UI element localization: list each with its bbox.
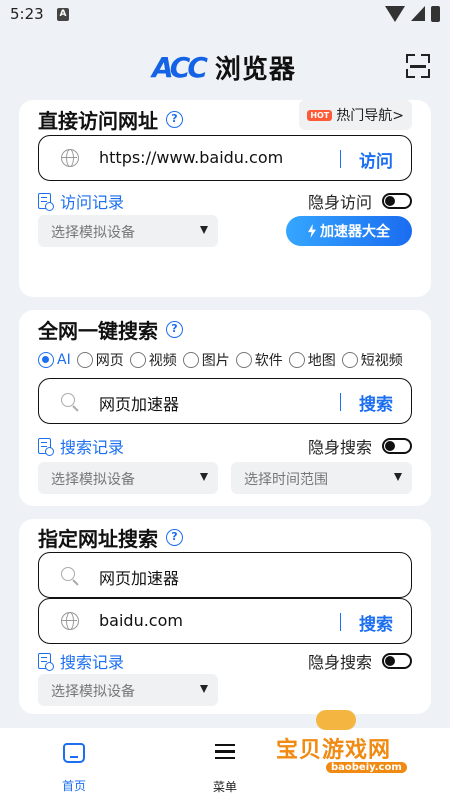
radio-short-video[interactable]: 短视频 — [341, 350, 403, 370]
site-url-input[interactable]: baidu.com — [99, 611, 183, 630]
radio-video[interactable]: 视频 — [129, 350, 177, 370]
home-icon — [63, 743, 85, 763]
nav-menu-label: 菜单 — [212, 780, 237, 794]
bottom-nav: 首页 菜单 — [0, 728, 450, 800]
site-search-card: 指定网址搜索 ? 网页加速器 baidu.com 搜索 搜索记录 隐身搜索 选择… — [19, 519, 431, 714]
web-search-input[interactable]: 网页加速器 — [99, 391, 179, 415]
status-bar: 5:23 A — [0, 0, 450, 30]
globe-icon — [61, 612, 79, 630]
scan-icon[interactable] — [404, 52, 432, 80]
incognito-site-search-toggle[interactable] — [382, 653, 412, 669]
dropdown-arrow-icon — [200, 473, 208, 481]
radio-software[interactable]: 软件 — [235, 350, 283, 370]
app-header: ACC 浏览器 — [0, 30, 450, 100]
app-logo: ACC 浏览器 — [152, 50, 296, 85]
visit-button[interactable]: 访问 — [359, 147, 393, 172]
url-input[interactable]: https://www.baidu.com — [99, 148, 283, 167]
web-search-title: 全网一键搜索 ? — [38, 315, 183, 344]
status-time: 5:23 — [10, 5, 44, 23]
accelerator-list-button[interactable]: 加速器大全 — [286, 216, 412, 246]
help-icon[interactable]: ? — [166, 111, 183, 128]
visit-history-link[interactable]: 访问记录 — [38, 189, 124, 213]
direct-visit-card: 直接访问网址 ? HOT 热门导航> https://www.baidu.com… — [19, 100, 431, 297]
incognito-search-toggle[interactable] — [382, 438, 412, 454]
site-search-history-link[interactable]: 搜索记录 — [38, 649, 124, 673]
dropdown-arrow-icon — [200, 685, 208, 693]
nav-home-label: 首页 — [61, 779, 86, 793]
nav-menu[interactable]: 菜单 — [195, 740, 255, 795]
incognito-search: 隐身搜索 — [308, 434, 412, 458]
history-icon — [38, 438, 54, 456]
search-icon — [61, 393, 75, 407]
site-url-field[interactable]: baidu.com 搜索 — [38, 598, 412, 644]
radio-image[interactable]: 图片 — [182, 350, 230, 370]
hot-nav-label: 热门导航> — [336, 108, 404, 124]
search-type-radios: AI 网页 视频 图片 软件 地图 短视频 — [38, 350, 418, 370]
radio-webpage[interactable]: 网页 — [76, 350, 124, 370]
dropdown-arrow-icon — [394, 473, 402, 481]
web-search-button[interactable]: 搜索 — [359, 390, 393, 415]
search-history-link[interactable]: 搜索记录 — [38, 434, 124, 458]
incognito-visit: 隐身访问 — [308, 189, 412, 213]
history-icon — [38, 193, 54, 211]
search-icon — [61, 567, 75, 581]
site-search-button[interactable]: 搜索 — [359, 610, 393, 635]
battery-icon — [431, 6, 440, 22]
device-select[interactable]: 选择模拟设备 — [38, 462, 218, 494]
site-search-title: 指定网址搜索 ? — [38, 523, 183, 552]
nav-home[interactable]: 首页 — [44, 740, 104, 794]
device-select[interactable]: 选择模拟设备 — [38, 215, 218, 247]
hot-nav-button[interactable]: HOT 热门导航> — [299, 100, 412, 130]
web-search-field[interactable]: 网页加速器 搜索 — [38, 378, 412, 424]
url-field[interactable]: https://www.baidu.com 访问 — [38, 135, 412, 181]
help-icon[interactable]: ? — [166, 529, 183, 546]
radio-ai[interactable]: AI — [38, 350, 71, 370]
web-search-card: 全网一键搜索 ? AI 网页 视频 图片 软件 地图 短视频 网页加速器 搜索 … — [19, 310, 431, 506]
signal-icon — [411, 6, 425, 21]
site-query-input[interactable]: 网页加速器 — [99, 565, 179, 589]
hot-badge: HOT — [307, 109, 333, 121]
menu-icon — [213, 744, 237, 770]
history-icon — [38, 653, 54, 671]
sim-icon: A — [57, 8, 69, 21]
globe-icon — [61, 149, 79, 167]
incognito-site-search: 隐身搜索 — [308, 649, 412, 673]
direct-visit-title: 直接访问网址 ? — [38, 105, 183, 134]
dropdown-arrow-icon — [200, 226, 208, 234]
wifi-icon — [385, 6, 405, 22]
help-icon[interactable]: ? — [166, 321, 183, 338]
incognito-visit-toggle[interactable] — [382, 193, 412, 209]
device-select[interactable]: 选择模拟设备 — [38, 674, 218, 706]
site-query-field[interactable]: 网页加速器 — [38, 552, 412, 598]
logo-mark: ACC — [152, 50, 208, 84]
bolt-icon — [308, 224, 316, 238]
app-title: 浏览器 — [214, 54, 296, 85]
radio-map[interactable]: 地图 — [288, 350, 336, 370]
time-range-select[interactable]: 选择时间范围 — [231, 462, 412, 494]
